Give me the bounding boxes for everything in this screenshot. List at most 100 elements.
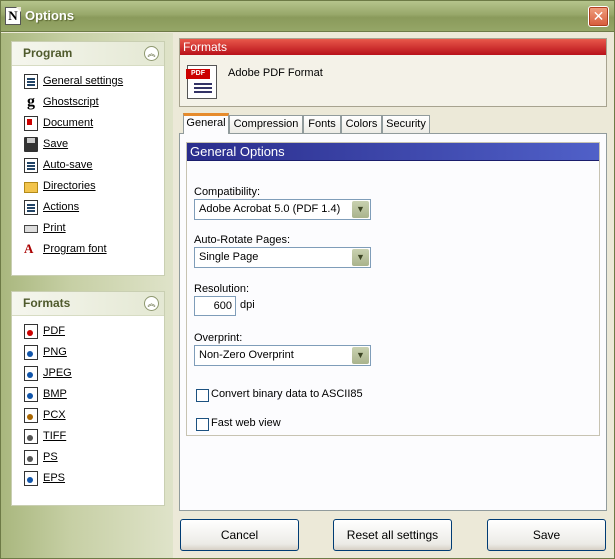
chevron-down-icon[interactable]: ▼ [352, 347, 369, 364]
sidebar: Program ︽ General settings g Ghostscript… [1, 33, 173, 558]
sidebar-item-save[interactable]: Save [12, 135, 164, 156]
save-button[interactable]: Save [487, 519, 606, 551]
compatibility-label: Compatibility: [194, 186, 261, 198]
ascii85-label[interactable]: Convert binary data to ASCII85 [211, 388, 363, 400]
bmp-file-icon [24, 387, 38, 402]
ghostscript-icon: g [27, 93, 35, 110]
formats-header-title: Formats [180, 39, 606, 55]
sidebar-item-label: BMP [43, 388, 67, 400]
sidebar-item-label: Document [43, 117, 94, 129]
content-area: Formats PDF Adobe PDF Format General Com… [173, 33, 614, 558]
document-icon [24, 74, 38, 89]
sidebar-item-label: PS [43, 451, 58, 463]
floppy-icon [24, 137, 38, 152]
program-panel-header[interactable]: Program ︽ [12, 42, 164, 66]
folder-icon [24, 182, 38, 193]
sidebar-item-auto-save[interactable]: Auto-save [12, 156, 164, 177]
sidebar-item-pdf[interactable]: PDF [12, 322, 164, 343]
tab-fonts[interactable]: Fonts [303, 115, 341, 133]
font-icon: A [24, 241, 34, 256]
eps-file-icon [24, 471, 38, 486]
document-red-icon [24, 116, 38, 131]
autorotate-value: Single Page [199, 251, 259, 263]
actions-icon [24, 200, 38, 215]
formats-panel-header[interactable]: Formats ︽ [12, 292, 164, 316]
overprint-label: Overprint: [194, 332, 243, 344]
autosave-icon [24, 158, 38, 173]
png-file-icon [24, 345, 38, 360]
sidebar-item-label: PCX [43, 409, 66, 421]
compatibility-value: Adobe Acrobat 5.0 (PDF 1.4) [199, 203, 341, 215]
sidebar-item-label: PDF [43, 325, 65, 337]
program-panel-title: Program [23, 46, 73, 60]
tiff-file-icon [24, 429, 38, 444]
resolution-unit: dpi [240, 299, 255, 311]
sidebar-item-jpeg[interactable]: JPEG [12, 364, 164, 385]
tab-colors[interactable]: Colors [341, 115, 382, 133]
general-options-group: General Options Compatibility: Adobe Acr… [186, 142, 600, 436]
sidebar-item-document[interactable]: Document [12, 114, 164, 135]
program-panel: Program ︽ General settings g Ghostscript… [11, 41, 165, 276]
fastweb-label[interactable]: Fast web view [211, 417, 281, 429]
overprint-select[interactable]: Non-Zero Overprint ▼ [194, 345, 371, 366]
resolution-label: Resolution: [194, 283, 250, 295]
autorotate-label: Auto-Rotate Pages: [194, 234, 291, 246]
sidebar-item-ghostscript[interactable]: g Ghostscript [12, 93, 164, 114]
sidebar-item-actions[interactable]: Actions [12, 198, 164, 219]
autorotate-select[interactable]: Single Page ▼ [194, 247, 371, 268]
tab-general[interactable]: General [183, 113, 229, 134]
close-button[interactable]: ✕ [588, 6, 609, 27]
sidebar-item-print[interactable]: Print [12, 219, 164, 240]
sidebar-item-eps[interactable]: EPS [12, 469, 164, 490]
app-icon: N [5, 7, 21, 25]
sidebar-item-label: Save [43, 138, 69, 150]
formats-header-box: Formats PDF Adobe PDF Format [179, 38, 607, 107]
sidebar-item-label: Auto-save [43, 159, 93, 171]
program-nav-list: General settings g Ghostscript Document … [12, 66, 164, 261]
cancel-button[interactable]: Cancel [180, 519, 299, 551]
sidebar-item-tiff[interactable]: TIFF [12, 427, 164, 448]
tab-panel-general: General Options Compatibility: Adobe Acr… [179, 133, 607, 511]
pdf-format-icon: PDF [186, 65, 217, 99]
chevron-down-icon[interactable]: ▼ [352, 201, 369, 218]
collapse-program-icon[interactable]: ︽ [144, 46, 159, 61]
title-bar[interactable]: N Options ✕ [1, 1, 614, 32]
options-window: N Options ✕ Program ︽ General settings g… [0, 0, 615, 559]
formats-panel-title: Formats [23, 296, 71, 310]
sidebar-item-label: Print [43, 222, 66, 234]
compatibility-select[interactable]: Adobe Acrobat 5.0 (PDF 1.4) ▼ [194, 199, 371, 220]
sidebar-item-png[interactable]: PNG [12, 343, 164, 364]
tab-compression[interactable]: Compression [229, 115, 303, 133]
formats-nav-list: PDF PNG JPEG BMP PCX TIFF PS EPS [12, 316, 164, 490]
sidebar-item-pcx[interactable]: PCX [12, 406, 164, 427]
tab-security[interactable]: Security [382, 115, 430, 133]
reset-all-settings-button[interactable]: Reset all settings [333, 519, 452, 551]
window-title: Options [25, 8, 75, 23]
ascii85-checkbox[interactable] [196, 389, 209, 402]
fastweb-checkbox[interactable] [196, 418, 209, 431]
sidebar-item-label: JPEG [43, 367, 72, 379]
sidebar-item-directories[interactable]: Directories [12, 177, 164, 198]
sidebar-item-label: General settings [43, 75, 124, 87]
ps-file-icon [24, 450, 38, 465]
jpeg-file-icon [24, 366, 38, 381]
sidebar-item-ps[interactable]: PS [12, 448, 164, 469]
sidebar-item-label: Actions [43, 201, 80, 213]
collapse-formats-icon[interactable]: ︽ [144, 296, 159, 311]
printer-icon [24, 225, 38, 233]
resolution-input[interactable]: 600 [194, 296, 236, 316]
chevron-down-icon[interactable]: ▼ [352, 249, 369, 266]
pcx-file-icon [24, 408, 38, 423]
pdf-format-icon-tag: PDF [186, 69, 210, 79]
overprint-value: Non-Zero Overprint [199, 349, 294, 361]
pdf-file-icon [24, 324, 38, 339]
sidebar-item-label: PNG [43, 346, 67, 358]
sidebar-item-label: Ghostscript [43, 96, 99, 108]
sidebar-item-bmp[interactable]: BMP [12, 385, 164, 406]
formats-panel: Formats ︽ PDF PNG JPEG BMP PCX TIFF PS E… [11, 291, 165, 506]
sidebar-item-general-settings[interactable]: General settings [12, 72, 164, 93]
sidebar-item-label: Directories [43, 180, 96, 192]
sidebar-item-label: EPS [43, 472, 66, 484]
general-options-title: General Options [187, 143, 599, 161]
sidebar-item-program-font[interactable]: A Program font [12, 240, 164, 261]
